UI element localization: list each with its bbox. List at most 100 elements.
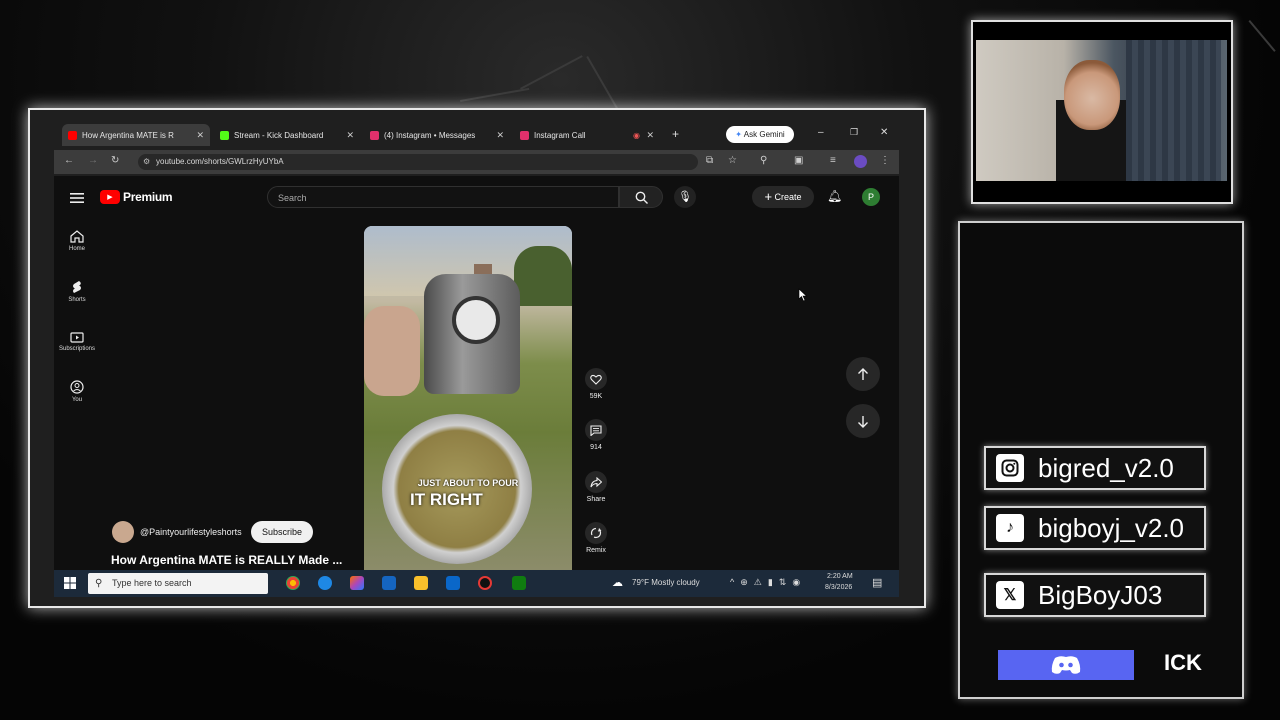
remix-button[interactable]: Remix (583, 522, 609, 554)
taskbar-search-input[interactable]: ⚲ Type here to search (88, 573, 268, 594)
extensions-icon[interactable]: ⚲ (760, 155, 767, 166)
previous-video-button[interactable] (846, 357, 880, 391)
search-input[interactable]: Search (267, 186, 619, 208)
channel-name[interactable]: @Paintyourlifestyleshorts (140, 527, 242, 537)
tiktok-icon: ♪ (996, 514, 1024, 542)
x-handle: BigBoyJ03 (1038, 579, 1163, 610)
tab-instagram-messages[interactable]: (4) Instagram • Messages ✕ (364, 124, 510, 146)
kick-logo-partial: ICK (1164, 650, 1202, 675)
weather-text[interactable]: 79°F Mostly cloudy (632, 578, 700, 587)
create-button[interactable]: + Create (752, 186, 814, 208)
microphone-icon: 🎙 (678, 191, 692, 203)
video-caption-line2: IT RIGHT (410, 490, 483, 509)
chrome-icon[interactable] (286, 576, 300, 590)
instagram-favicon-icon (370, 130, 379, 140)
arrow-down-icon (858, 415, 868, 428)
tab-youtube[interactable]: How Argentina MATE is R ✕ (62, 124, 210, 146)
shorts-video-player[interactable]: JUST ABOUT TO POUR IT RIGHT (364, 226, 572, 570)
forward-icon[interactable]: → (88, 155, 98, 166)
system-tray-icons[interactable]: ^⊕⚠▮⇅◉ (730, 577, 806, 588)
bookmark-star-icon[interactable]: ☆ (728, 155, 737, 166)
like-button[interactable]: 59K (583, 368, 609, 400)
youtube-logo[interactable]: ▶ Premium (100, 190, 173, 204)
discord-icon (1051, 656, 1081, 674)
account-avatar[interactable]: P (862, 188, 880, 206)
xbox-icon[interactable] (512, 576, 526, 590)
edge-icon[interactable] (318, 576, 332, 590)
video-thermos (424, 274, 520, 394)
subscriptions-icon (70, 332, 84, 343)
webcam-person (1064, 60, 1120, 130)
video-mate-cup (382, 414, 532, 564)
subscribe-button[interactable]: Subscribe (251, 521, 313, 543)
clock-time[interactable]: 2:20 AM (827, 573, 853, 580)
ask-gemini-button[interactable]: ✦ Ask Gemini (726, 126, 794, 143)
remix-icon (590, 527, 602, 539)
comments-button[interactable]: 914 (583, 419, 609, 451)
discord-badge (998, 650, 1134, 680)
video-title[interactable]: How Argentina MATE is REALLY Made ... (111, 553, 342, 567)
url-field[interactable]: ⚙ youtube.com/shorts/GWLrzHyUYbA (138, 154, 698, 170)
share-button[interactable]: Share (583, 471, 609, 503)
hamburger-menu-icon[interactable] (70, 192, 84, 204)
restore-icon[interactable]: ❐ (850, 127, 858, 138)
search-button[interactable] (619, 186, 663, 208)
instagram-favicon-icon (520, 130, 529, 140)
share-arrow-icon (590, 476, 602, 487)
notifications-bell-icon[interactable]: 🔔︎ (827, 189, 842, 203)
menu-kebab-icon[interactable]: ⋮ (880, 155, 890, 166)
webcam-feed (976, 40, 1227, 181)
arrow-up-icon (858, 367, 868, 380)
store-icon[interactable] (446, 576, 460, 590)
install-app-icon[interactable]: ⧉ (706, 155, 713, 166)
back-icon[interactable]: ← (64, 155, 74, 166)
tab-instagram-call[interactable]: Instagram Call ◉ ✕ (514, 124, 660, 146)
comment-count: 914 (590, 444, 602, 451)
sidebar-item-shorts[interactable]: Shorts (54, 280, 100, 303)
minimize-icon[interactable]: – (818, 127, 824, 138)
voice-search-button[interactable]: 🎙 (674, 186, 696, 208)
site-info-icon[interactable]: ⚙ (143, 154, 150, 170)
close-tab-icon[interactable]: ✕ (196, 130, 204, 141)
avatar-letter: P (867, 192, 874, 202)
sidebar-item-subscriptions[interactable]: Subscriptions (54, 330, 100, 352)
tiktok-badge: ♪ bigboyj_v2.0 (984, 506, 1206, 550)
share-label: Share (586, 496, 606, 503)
url-text: youtube.com/shorts/GWLrzHyUYbA (156, 157, 284, 166)
reload-icon[interactable]: ↻ (111, 155, 119, 166)
profile-avatar-icon[interactable] (854, 155, 867, 168)
subscribe-label: Subscribe (261, 527, 303, 537)
copilot-icon[interactable] (350, 576, 364, 590)
outlook-icon[interactable] (382, 576, 396, 590)
tab-search-icon[interactable]: ▣ (794, 155, 803, 166)
instagram-handle: bigred_v2.0 (1038, 452, 1174, 483)
x-logo-icon: 𝕏 (996, 581, 1024, 609)
close-tab-icon[interactable]: ✕ (496, 130, 504, 141)
notification-center-icon[interactable]: ▤ (872, 576, 882, 589)
home-icon (70, 230, 84, 243)
youtube-favicon-icon (68, 130, 77, 140)
tab-kick[interactable]: Stream - Kick Dashboard ✕ (214, 124, 360, 146)
video-hand (364, 306, 420, 396)
new-tab-icon[interactable]: + (672, 127, 679, 141)
taskbar-search-icon: ⚲ (95, 578, 103, 589)
sidebar-item-home[interactable]: Home (54, 230, 100, 252)
video-tree (514, 246, 572, 306)
sidebar-item-label: Shorts (68, 297, 86, 303)
channel-avatar[interactable] (112, 521, 134, 543)
youtube-play-icon: ▶ (100, 190, 120, 204)
close-tab-icon[interactable]: ✕ (646, 130, 654, 141)
next-video-button[interactable] (846, 404, 880, 438)
recording-icon: ◉ (633, 130, 640, 140)
media-control-icon[interactable]: ≡ (830, 155, 836, 166)
weather-cloud-icon: ☁ (612, 577, 623, 589)
close-tab-icon[interactable]: ✕ (346, 130, 354, 141)
file-explorer-icon[interactable] (414, 576, 428, 590)
mouse-cursor-icon (798, 288, 808, 302)
heart-icon (590, 374, 602, 385)
obs-icon[interactable] (478, 576, 492, 590)
windows-start-icon[interactable] (64, 577, 76, 589)
clock-date[interactable]: 8/3/2026 (825, 584, 852, 591)
sidebar-item-you[interactable]: You (54, 380, 100, 403)
close-window-icon[interactable]: ✕ (880, 127, 888, 138)
